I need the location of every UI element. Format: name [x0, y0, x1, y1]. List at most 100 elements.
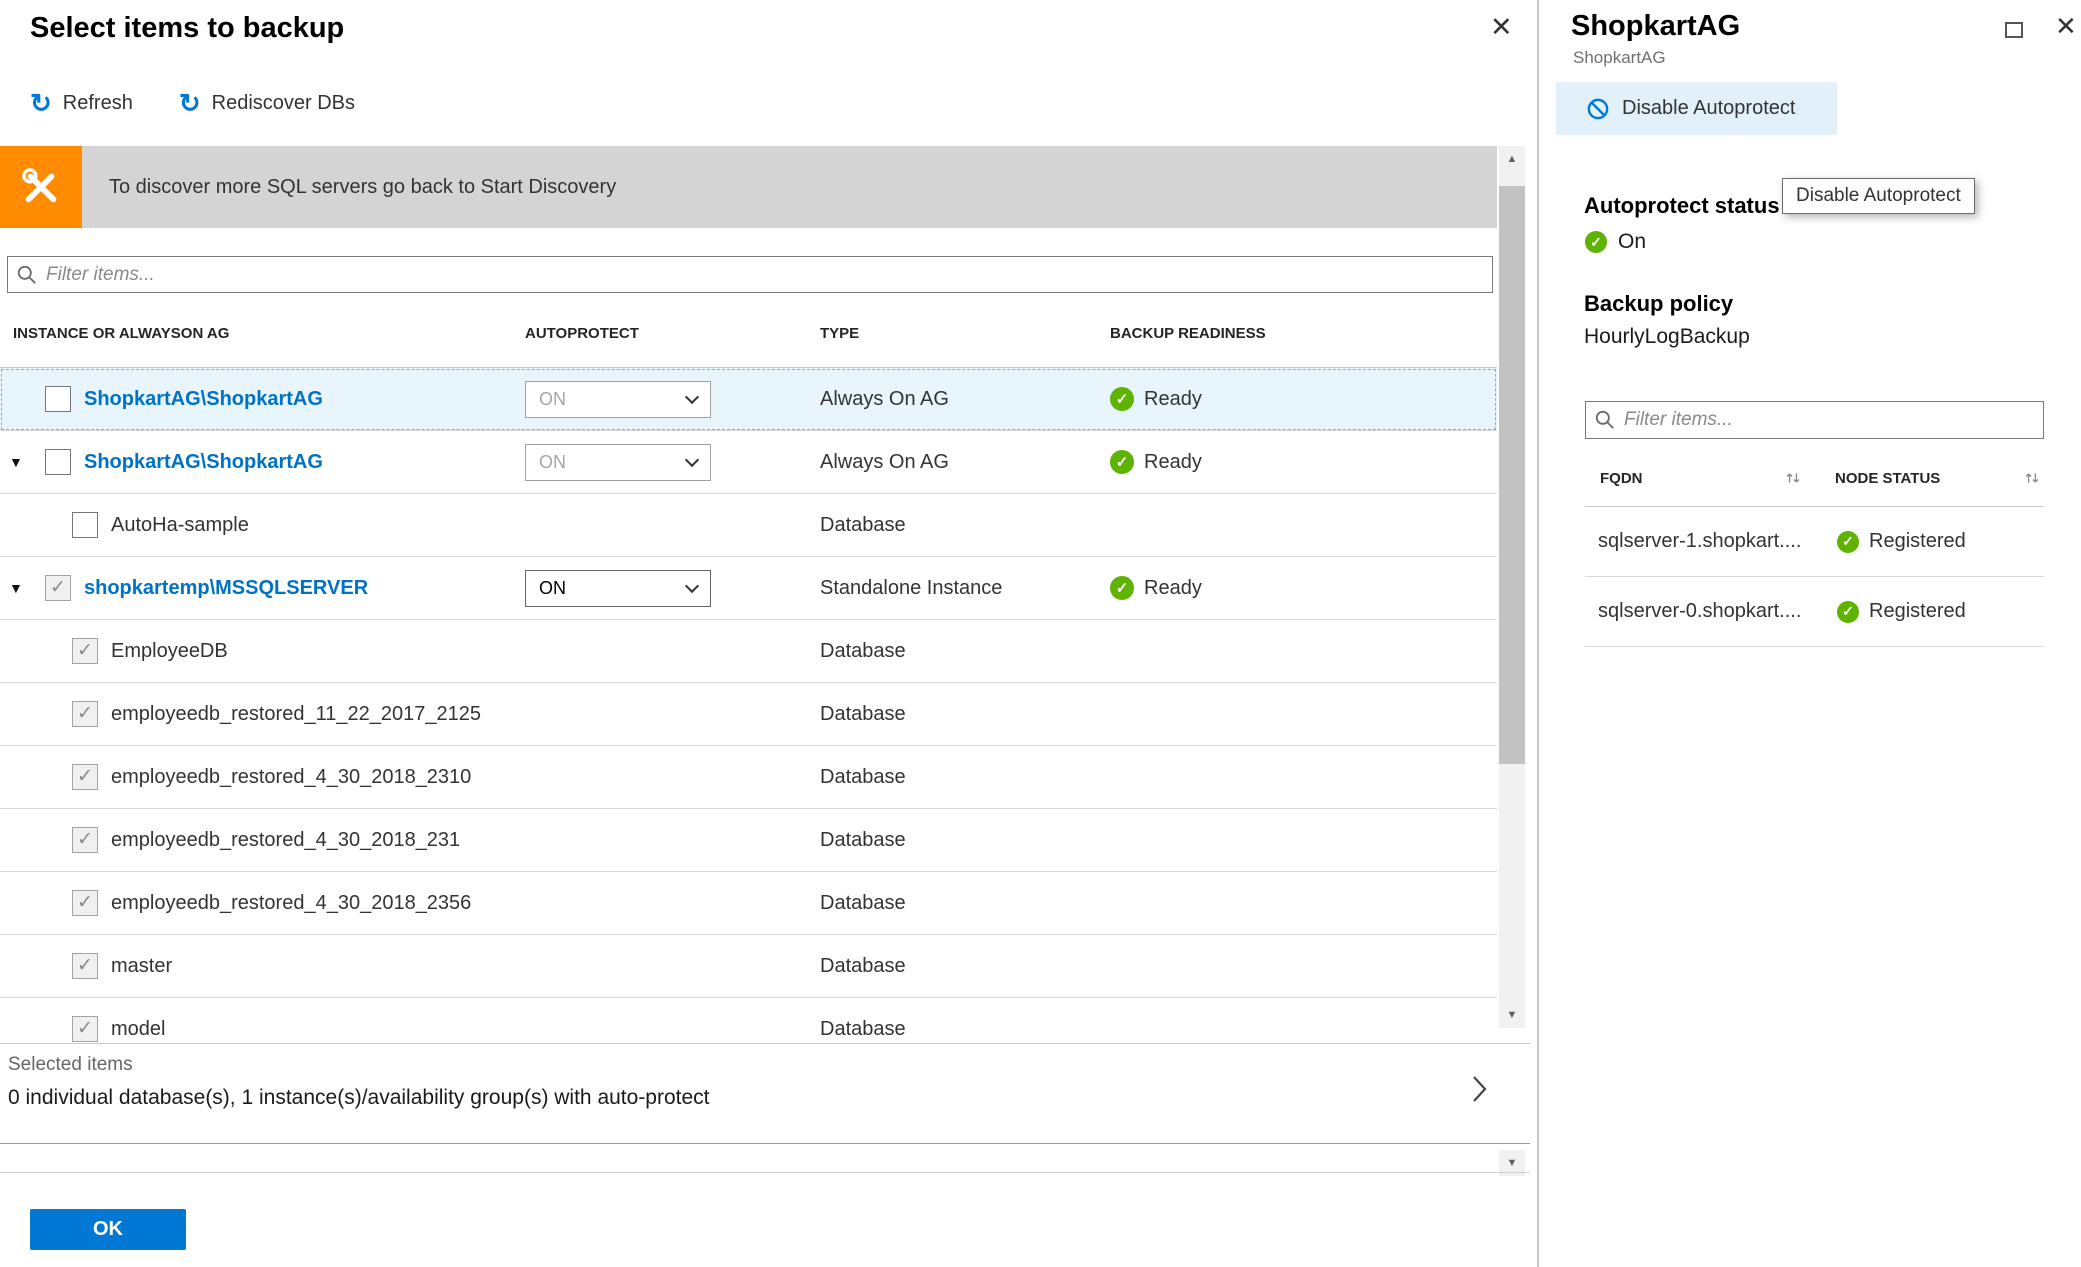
- command-bar: ↻ Refresh ↻ Rediscover DBs: [30, 90, 355, 116]
- table-row[interactable]: ShopkartAG\ShopkartAG ON Always On AG ✓ Read…: [0, 368, 1497, 431]
- scroll-down-icon[interactable]: ▼: [1499, 1002, 1525, 1028]
- status-check-icon: ✓: [1585, 231, 1607, 253]
- autoprotect-dropdown[interactable]: ON: [525, 569, 711, 607]
- row-checkbox[interactable]: [72, 512, 98, 538]
- sort-icon[interactable]: [1785, 471, 1801, 485]
- blade-title: Select items to backup: [30, 12, 345, 44]
- rediscover-dbs-label: Rediscover DBs: [211, 91, 356, 114]
- type-cell: Always On AG: [820, 450, 949, 473]
- refresh-label: Refresh: [62, 91, 133, 114]
- backup-items-table: INSTANCE OR ALWAYSON AG AUTOPROTECT TYPE…: [0, 300, 1497, 1043]
- divider: [0, 1172, 1530, 1173]
- instance-cell: ✓ employeedb_restored_4_30_2018_2310: [0, 746, 525, 808]
- table-row[interactable]: ✓ employeedb_restored_11_22_2017_2125 Data…: [0, 683, 1497, 746]
- readiness-text: Ready: [1144, 450, 1202, 473]
- type-cell: Database: [820, 1017, 906, 1040]
- row-name[interactable]: shopkartemp\MSSQLSERVER: [84, 577, 368, 600]
- nodes-table: FQDN NODE STATUS sqlserver-1.shopkart...…: [1585, 450, 2044, 647]
- node-status-cell: ✓ Registered: [1835, 600, 2044, 623]
- type-cell: Database: [820, 639, 906, 662]
- header-node-status[interactable]: NODE STATUS: [1835, 470, 2044, 487]
- row-checkbox[interactable]: ✓: [72, 890, 98, 916]
- dropdown-value: ON: [539, 451, 566, 472]
- close-icon[interactable]: ✕: [2055, 11, 2077, 42]
- instance-cell: ✓ master: [0, 935, 525, 997]
- shopkartag-blade: ShopkartAG ✕ ShopkartAG Disable Autoprot…: [1538, 0, 2081, 1267]
- readiness-cell: ✓ Ready: [1110, 576, 1497, 600]
- table-row[interactable]: ▼ ✓ shopkartemp\MSSQLSERVER ON Standalone In…: [0, 557, 1497, 620]
- row-name: AutoHa-sample: [111, 513, 249, 536]
- table-row[interactable]: ✓ employeedb_restored_4_30_2018_2356 Datab…: [0, 872, 1497, 935]
- table-scrollbar[interactable]: ▲ ▼: [1499, 146, 1525, 1028]
- row-checkbox[interactable]: ✓: [72, 1016, 98, 1042]
- table-body: sqlserver-1.shopkart.... ✓ Registered sqlse…: [1585, 507, 2044, 647]
- table-row[interactable]: ▼ ShopkartAG\ShopkartAG ON Always On AG ✓ Rea…: [0, 431, 1497, 494]
- blade-title: ShopkartAG: [1571, 10, 1741, 42]
- row-checkbox[interactable]: ✓: [72, 701, 98, 727]
- selected-items-value: 0 individual database(s), 1 instance(s)/…: [8, 1086, 710, 1109]
- selected-items-label: Selected items: [8, 1054, 133, 1075]
- table-row[interactable]: ✓ EmployeeDB Database: [0, 620, 1497, 683]
- type-cell: Database: [820, 513, 906, 536]
- caret-down-icon[interactable]: ▼: [9, 454, 23, 470]
- table-row[interactable]: ✓ employeedb_restored_4_30_2018_2310 Datab…: [0, 746, 1497, 809]
- table-row[interactable]: ✓ model Database: [0, 998, 1497, 1043]
- readiness-cell: ✓ Ready: [1110, 387, 1497, 411]
- autoprotect-status-label: Autoprotect status: [1584, 193, 1780, 218]
- status-text: Registered: [1869, 600, 1966, 622]
- row-checkbox[interactable]: ✓: [72, 827, 98, 853]
- row-checkbox[interactable]: ✓: [72, 638, 98, 664]
- azure-backup-screen: Select items to backup ✕ ↻ Refresh ↻ Red…: [0, 0, 2081, 1267]
- dropdown-value: ON: [539, 388, 566, 409]
- restore-window-icon[interactable]: [2005, 22, 2023, 38]
- node-row[interactable]: sqlserver-0.shopkart.... ✓ Registered: [1585, 577, 2044, 647]
- sort-icon[interactable]: [2024, 471, 2040, 485]
- table-row[interactable]: ✓ employeedb_restored_4_30_2018_231 Databa…: [0, 809, 1497, 872]
- ready-check-icon: ✓: [1110, 387, 1134, 411]
- instance-cell: ✓ employeedb_restored_4_30_2018_231: [0, 809, 525, 871]
- type-cell: Database: [820, 828, 906, 851]
- status-check-icon: ✓: [1837, 600, 1859, 623]
- info-banner: To discover more SQL servers go back to …: [0, 146, 1497, 228]
- scroll-up-icon[interactable]: ▲: [1499, 146, 1525, 172]
- type-cell: Database: [820, 891, 906, 914]
- header-type: TYPE: [820, 325, 860, 342]
- row-checkbox[interactable]: ✓: [72, 953, 98, 979]
- row-name: model: [111, 1017, 166, 1040]
- autoprotect-status: ✓ On: [1585, 230, 1646, 254]
- caret-down-icon[interactable]: ▼: [9, 580, 23, 596]
- refresh-button[interactable]: ↻ Refresh: [30, 90, 133, 116]
- prohibit-icon: [1587, 98, 1609, 119]
- instance-cell: AutoHa-sample: [0, 494, 525, 556]
- row-checkbox[interactable]: ✓: [45, 575, 71, 601]
- table-row[interactable]: AutoHa-sample Database: [0, 494, 1497, 557]
- ready-check-icon: ✓: [1110, 576, 1134, 600]
- readiness-text: Ready: [1144, 576, 1202, 599]
- refresh-icon: ↻: [178, 88, 201, 118]
- type-cell: Database: [820, 765, 906, 788]
- table-row[interactable]: ✓ master Database: [0, 935, 1497, 998]
- node-row[interactable]: sqlserver-1.shopkart.... ✓ Registered: [1585, 507, 2044, 577]
- close-icon[interactable]: ✕: [1490, 12, 1513, 43]
- autoprotect-dropdown[interactable]: ON: [525, 443, 711, 481]
- row-checkbox[interactable]: ✓: [72, 764, 98, 790]
- tooltip: Disable Autoprotect: [1782, 178, 1975, 214]
- chevron-right-icon[interactable]: [1472, 1074, 1488, 1104]
- rediscover-dbs-button[interactable]: ↻ Rediscover DBs: [179, 90, 355, 116]
- select-items-blade: Select items to backup ✕ ↻ Refresh ↻ Red…: [0, 0, 1538, 1267]
- header-autoprotect: AUTOPROTECT: [525, 325, 639, 342]
- row-name[interactable]: ShopkartAG\ShopkartAG: [84, 451, 323, 474]
- table-body: ShopkartAG\ShopkartAG ON Always On AG ✓ Read…: [0, 368, 1497, 1043]
- backup-policy-label: Backup policy: [1584, 291, 1734, 316]
- header-fqdn[interactable]: FQDN: [1585, 470, 1835, 487]
- filter-input[interactable]: [1624, 409, 2035, 431]
- row-checkbox[interactable]: [45, 449, 71, 475]
- filter-input[interactable]: [46, 263, 1484, 286]
- scrollbar-thumb[interactable]: [1499, 186, 1525, 764]
- autoprotect-dropdown[interactable]: ON: [525, 380, 711, 418]
- ok-button[interactable]: OK: [30, 1209, 186, 1250]
- disable-autoprotect-button[interactable]: Disable Autoprotect: [1556, 82, 1837, 135]
- row-name[interactable]: ShopkartAG\ShopkartAG: [84, 388, 323, 411]
- row-checkbox[interactable]: [45, 386, 71, 412]
- status-text: Registered: [1869, 530, 1966, 552]
